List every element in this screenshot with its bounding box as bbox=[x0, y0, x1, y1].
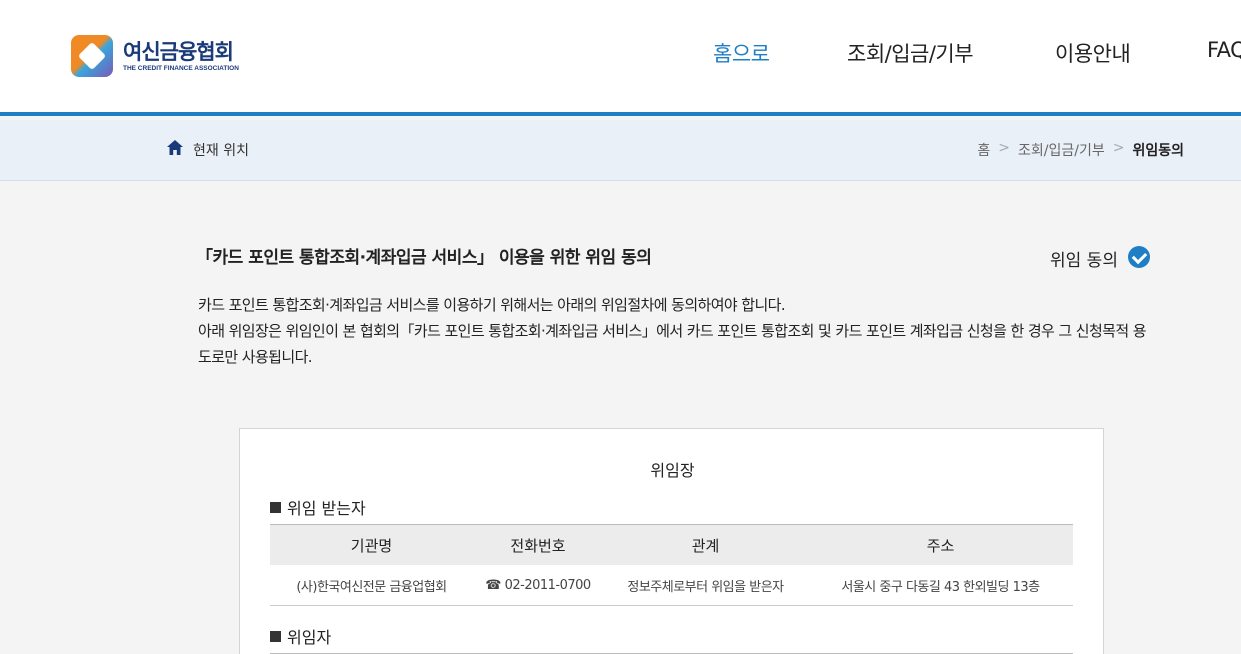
column-header: 관계 bbox=[691, 536, 720, 555]
column-header: 주소 bbox=[926, 536, 955, 555]
column-header: 전화번호 bbox=[510, 536, 566, 555]
section-delegator: 위임자 bbox=[270, 624, 331, 648]
delegation-document: 위임장 위임 받는자 기관명 전화번호 관계 주소 (사)한국여신전문 금융업협… bbox=[239, 428, 1104, 654]
table-header: 기관명 전화번호 관계 주소 bbox=[270, 524, 1073, 565]
document-title: 위임장 bbox=[650, 461, 695, 480]
table-cell: ☎ 02-2011-0700 bbox=[485, 577, 591, 593]
section-delegatee-label: 위임 받는자 bbox=[287, 499, 366, 518]
square-bullet-icon bbox=[270, 501, 281, 513]
table-cell: 정보주체로부터 위임을 받은자 bbox=[627, 579, 784, 595]
description-line-1: 카드 포인트 통합조회·계좌입금 서비스를 이용하기 위해서는 아래의 위임절차… bbox=[198, 296, 786, 314]
nav-item-home[interactable]: 홈으로 bbox=[713, 38, 770, 68]
delegatee-table: 기관명 전화번호 관계 주소 (사)한국여신전문 금융업협회 ☎ 02-2011… bbox=[270, 524, 1073, 606]
breadcrumb-separator: > bbox=[1112, 140, 1125, 156]
nav-item-guide[interactable]: 이용안내 bbox=[1055, 38, 1131, 68]
site-header: 여신금융협회 THE CREDIT FINANCE ASSOCIATION 홈으… bbox=[0, 0, 1241, 116]
section-delegatee: 위임 받는자 bbox=[270, 495, 366, 519]
column-header: 기관명 bbox=[350, 536, 393, 555]
location-label: 현재 위치 bbox=[193, 143, 249, 159]
nav-item-faq[interactable]: FAQ bbox=[1207, 38, 1241, 62]
square-bullet-icon bbox=[270, 630, 281, 642]
breadcrumb-inquiry[interactable]: 조회/입금/기부 bbox=[1018, 140, 1105, 160]
table-row: (사)한국여신전문 금융업협회 ☎ 02-2011-0700 정보주체로부터 위… bbox=[270, 565, 1073, 606]
description-line-2: 아래 위임장은 위임인이 본 협회의「카드 포인트 통합조회·계좌입금 서비스」… bbox=[198, 322, 1147, 366]
breadcrumb: 홈 > 조회/입금/기부 > 위임동의 bbox=[977, 140, 1184, 160]
table-cell: (사)한국여신전문 금융업협회 bbox=[296, 579, 447, 595]
page-title: 「카드 포인트 통합조회·계좌입금 서비스」 이용을 위한 위임 동의 bbox=[196, 248, 652, 268]
description: 카드 포인트 통합조회·계좌입금 서비스를 이용하기 위해서는 아래의 위임절차… bbox=[198, 292, 1148, 370]
breadcrumb-home[interactable]: 홈 bbox=[977, 140, 990, 160]
nav-active-indicator bbox=[713, 112, 770, 116]
section-delegator-label: 위임자 bbox=[287, 628, 332, 647]
breadcrumb-separator: > bbox=[998, 140, 1011, 156]
nav-item-inquiry[interactable]: 조회/입금/기부 bbox=[847, 38, 974, 68]
breadcrumb-current: 위임동의 bbox=[1132, 143, 1184, 159]
consent-label: 위임 동의 bbox=[1050, 251, 1118, 271]
main-nav: 홈으로 조회/입금/기부 이용안내 FAQ bbox=[0, 38, 1241, 78]
check-circle-icon[interactable] bbox=[1128, 246, 1150, 268]
location-bar: 현재 위치 홈 > 조회/입금/기부 > 위임동의 bbox=[0, 120, 1241, 181]
home-icon bbox=[167, 140, 183, 155]
table-cell: 서울시 중구 다동길 43 한외빌딩 13층 bbox=[841, 579, 1040, 595]
